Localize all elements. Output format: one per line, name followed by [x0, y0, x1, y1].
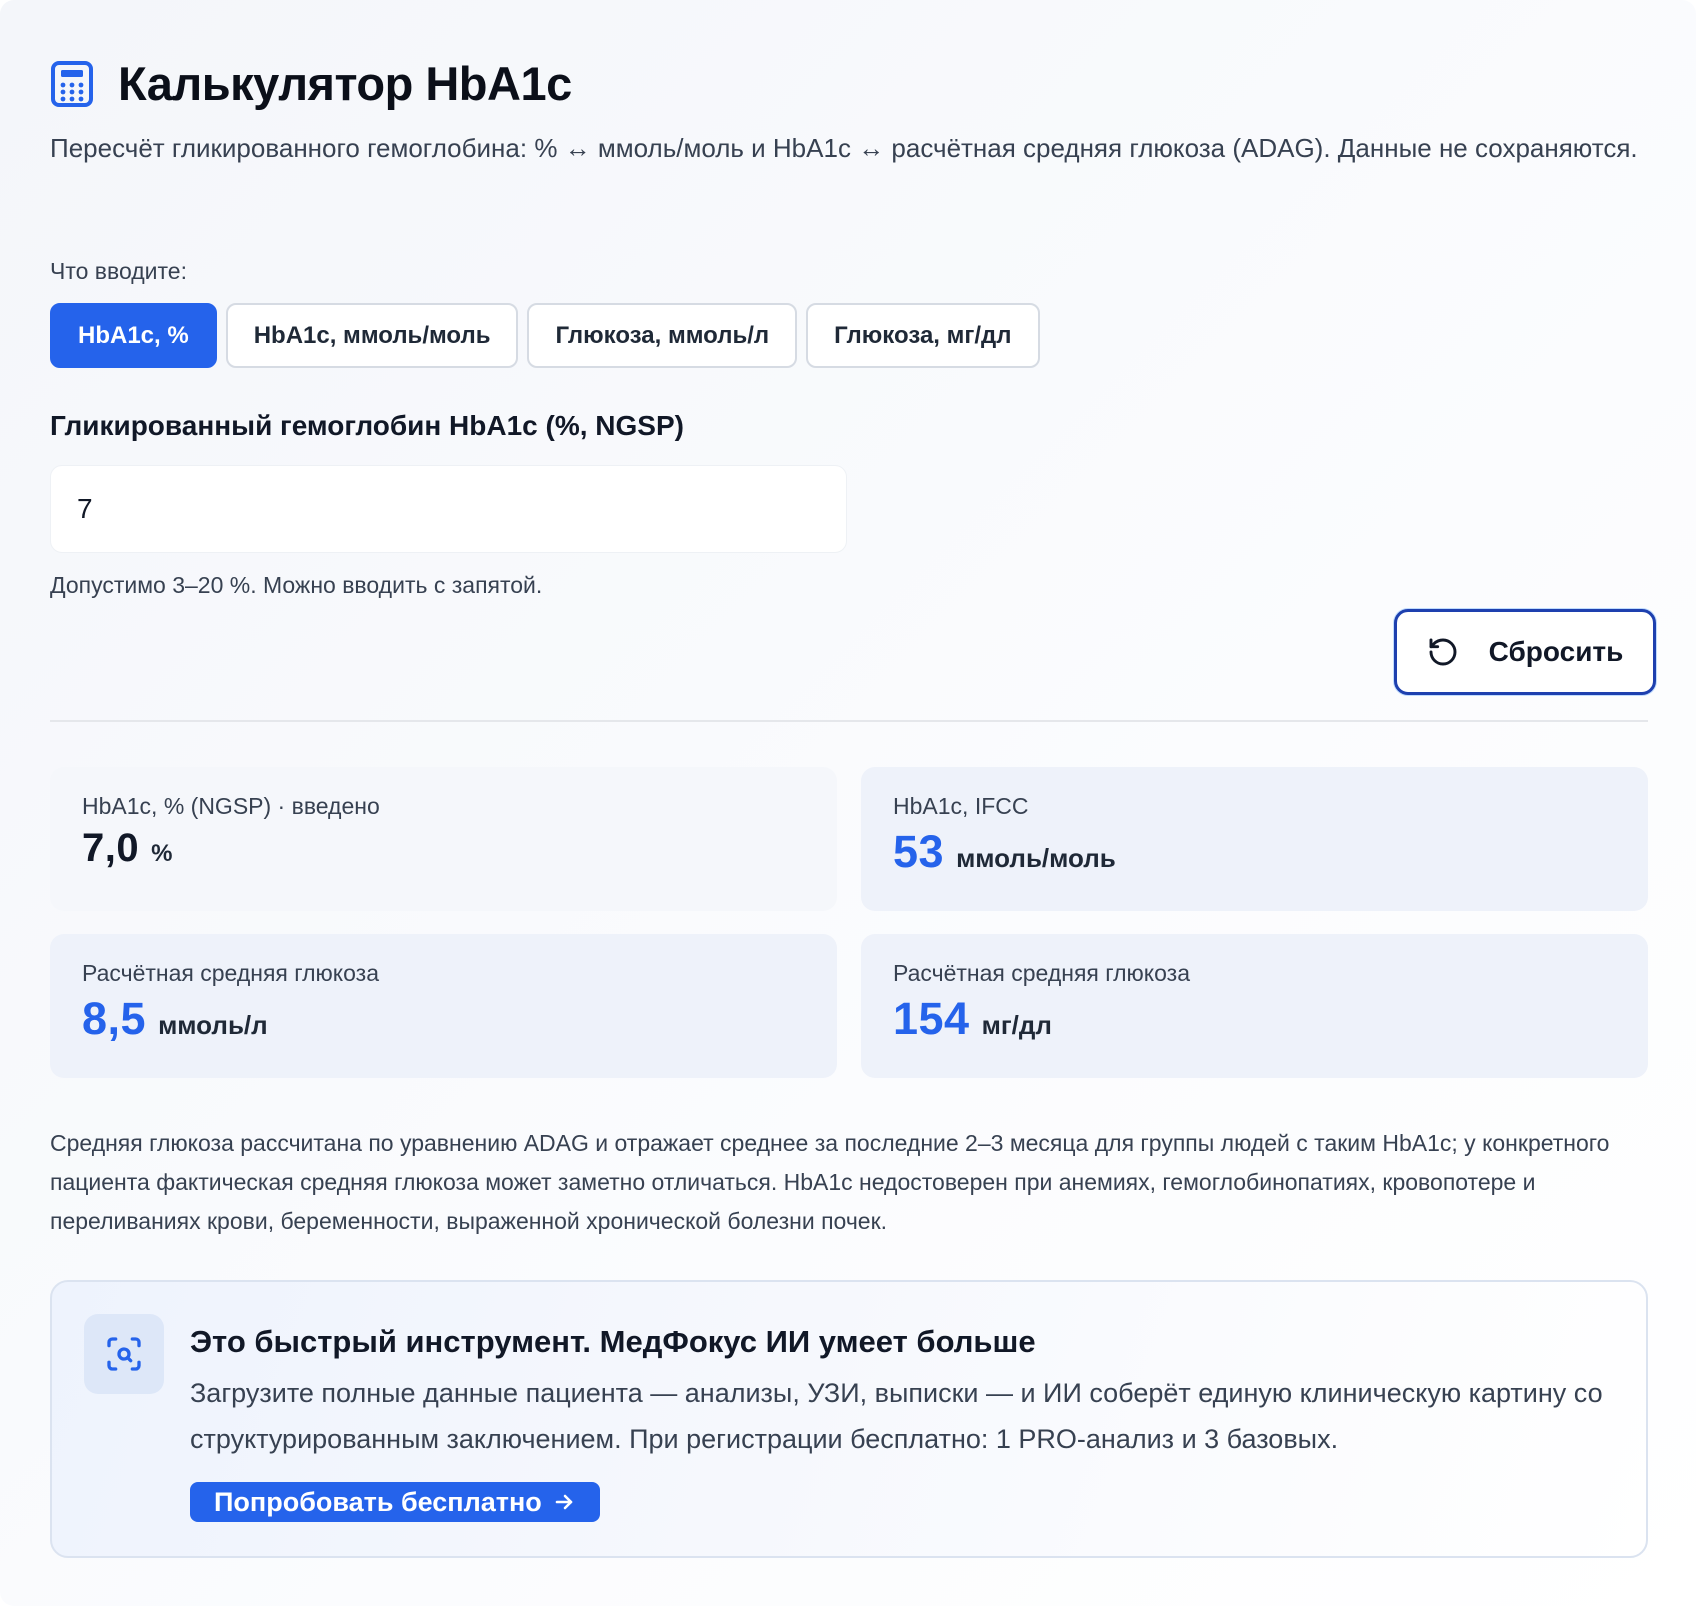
try-free-label: Попробовать бесплатно [214, 1486, 542, 1517]
page-header: Калькулятор HbA1c [50, 56, 572, 111]
result-glucose-mmol: Расчётная средняя глюкоза 8,5 ммоль/л [50, 934, 837, 1078]
section-divider [50, 720, 1648, 722]
result-number: 53 [893, 826, 945, 877]
page-title: Калькулятор HbA1c [118, 57, 572, 110]
try-free-button[interactable]: Попробовать бесплатно [190, 1482, 600, 1522]
promo-title: Это быстрый инструмент. МедФокус ИИ умее… [190, 1324, 1036, 1359]
adag-note: Средняя глюкоза рассчитана по уравнению … [50, 1130, 1610, 1234]
result-unit: мг/дл [981, 1010, 1052, 1040]
result-value: 154 мг/дл [893, 993, 1616, 1045]
result-label: Расчётная средняя глюкоза [893, 960, 1191, 986]
mode-label: Что вводите: [50, 258, 187, 284]
input-hint: Допустимо 3–20 %. Можно вводить с запято… [50, 572, 543, 598]
result-label: HbA1c, % (NGSP) · введено [82, 793, 380, 819]
hba1c-input[interactable] [50, 465, 847, 553]
promo-icon-box [84, 1314, 164, 1394]
mode-hba1c-percent-button[interactable]: HbA1c, % [50, 303, 217, 368]
mode-glucose-mgdl-button[interactable]: Глюкоза, мг/дл [806, 303, 1040, 368]
mode-selector: HbA1c, % HbA1c, ммоль/моль Глюкоза, ммол… [50, 303, 1040, 368]
result-label: HbA1c, IFCC [893, 793, 1029, 819]
result-number: 7,0 [82, 826, 140, 870]
reset-icon [1429, 638, 1457, 666]
calculator-card: Калькулятор HbA1c Пересчёт гликированног… [0, 0, 1696, 1606]
mode-glucose-mmol-button[interactable]: Глюкоза, ммоль/л [527, 303, 798, 368]
result-unit: % [151, 840, 173, 867]
promo-text: Загрузите полные данные пациента — анали… [190, 1378, 1603, 1454]
mode-hba1c-mmol-button[interactable]: HbA1c, ммоль/моль [225, 303, 519, 368]
result-value: 53 ммоль/моль [893, 826, 1616, 878]
result-value: 7,0 % [82, 826, 805, 871]
result-label: Расчётная средняя глюкоза [82, 960, 380, 986]
result-number: 154 [893, 993, 970, 1044]
hba1c-field-label: Гликированный гемоглобин HbA1c (%, NGSP) [50, 410, 684, 441]
result-glucose-mgdl: Расчётная средняя глюкоза 154 мг/дл [861, 934, 1648, 1078]
reset-label: Сбросить [1488, 636, 1624, 667]
result-number: 8,5 [82, 993, 147, 1044]
result-entered-percent: HbA1c, % (NGSP) · введено 7,0 % [50, 767, 837, 911]
result-unit: ммоль/моль [956, 843, 1116, 873]
calculator-icon [51, 60, 93, 107]
page-subtitle: Пересчёт гликированного гемоглобина: % ↔… [50, 133, 1638, 163]
result-ifcc: HbA1c, IFCC 53 ммоль/моль [861, 767, 1648, 911]
result-unit: ммоль/л [158, 1010, 268, 1040]
arrow-right-icon [555, 1494, 573, 1510]
reset-button[interactable]: Сбросить [1394, 609, 1656, 695]
promo-banner: Это быстрый инструмент. МедФокус ИИ умее… [50, 1280, 1648, 1558]
result-value: 8,5 ммоль/л [82, 993, 805, 1045]
scan-search-icon [107, 1337, 141, 1371]
